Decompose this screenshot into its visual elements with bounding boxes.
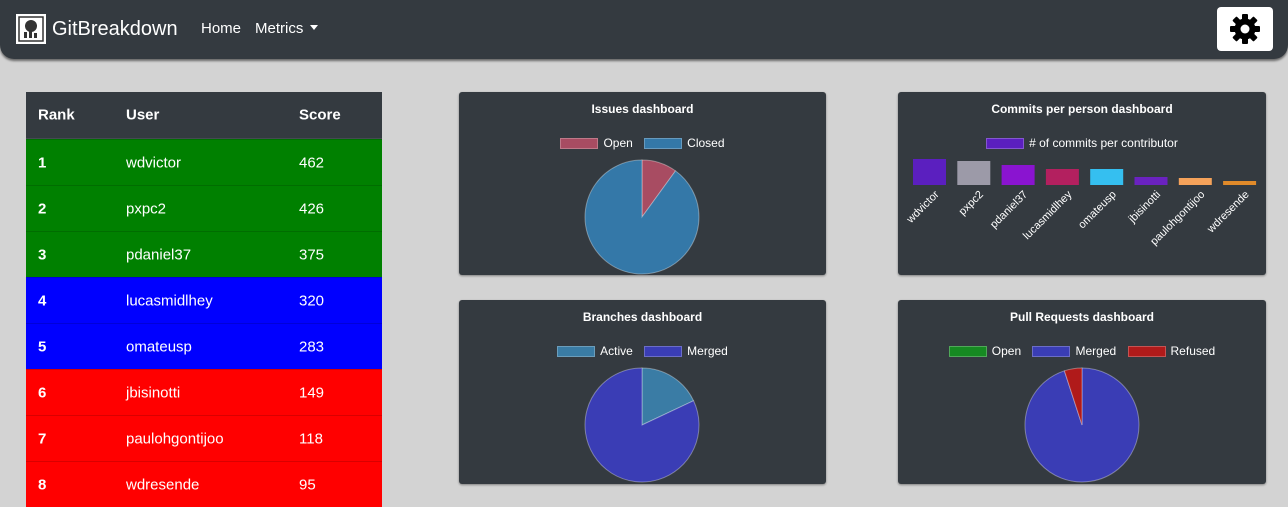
x-tick-label: pdaniel37 bbox=[988, 189, 1030, 231]
user-cell: wdvictor bbox=[126, 154, 182, 171]
x-tick-label: jbisinotti bbox=[1126, 189, 1163, 226]
table-row: 2 pxpc2 426 bbox=[26, 185, 382, 231]
rank-cell: 7 bbox=[38, 430, 47, 447]
user-cell: paulohgontijoo bbox=[126, 430, 224, 447]
pie-slice-closed[interactable] bbox=[584, 159, 700, 275]
rank-cell: 8 bbox=[38, 476, 47, 493]
rank-cell: 5 bbox=[38, 338, 47, 355]
score-cell: 462 bbox=[299, 154, 325, 171]
bar-wdvictor[interactable] bbox=[913, 159, 946, 185]
settings-button[interactable] bbox=[1217, 7, 1273, 51]
score-cell: 426 bbox=[299, 200, 325, 217]
rank-cell: 2 bbox=[38, 200, 47, 217]
bar-pdaniel37[interactable] bbox=[1001, 165, 1035, 185]
issues-pie-chart bbox=[584, 159, 700, 275]
table-row: 3 pdaniel37 375 bbox=[26, 231, 382, 277]
table-row: 6 jbisinotti 149 bbox=[26, 369, 382, 415]
table-row: 7 paulohgontijoo 118 bbox=[26, 415, 382, 461]
github-logo-icon[interactable] bbox=[16, 14, 46, 44]
brand-title[interactable]: GitBreakdown bbox=[52, 17, 178, 41]
bar-wdresende[interactable] bbox=[1223, 181, 1257, 185]
table-header: Rank User Score bbox=[26, 92, 382, 139]
ranking-table: Rank User Score 1 wdvictor 462 2 pxpc2 426 3 pd… bbox=[26, 92, 382, 507]
bar-lucasmidlhey[interactable] bbox=[1045, 169, 1079, 185]
top-navbar: GitBreakdown Home Metrics bbox=[0, 0, 1288, 59]
bar-jbisinotti[interactable] bbox=[1134, 177, 1168, 185]
rank-cell: 6 bbox=[38, 384, 47, 401]
score-cell: 375 bbox=[299, 246, 325, 263]
pull-requests-pie-chart bbox=[1024, 367, 1140, 483]
bar-pxpc2[interactable] bbox=[957, 161, 991, 185]
bar-omateusp[interactable] bbox=[1090, 169, 1124, 185]
user-cell: wdresende bbox=[126, 476, 200, 493]
pull-requests-dashboard: Pull Requests dashboard Open Merged Refu… bbox=[898, 300, 1266, 484]
user-cell: lucasmidlhey bbox=[126, 292, 213, 309]
rank-cell: 1 bbox=[38, 154, 47, 171]
score-cell: 95 bbox=[299, 476, 316, 493]
issues-dashboard: Issues dashboard Open Closed bbox=[459, 92, 826, 275]
header-user: User bbox=[126, 106, 160, 124]
x-tick-label: pxpc2 bbox=[957, 189, 986, 218]
user-cell: pxpc2 bbox=[126, 200, 167, 217]
nav-home-link[interactable]: Home bbox=[201, 20, 241, 38]
header-rank: Rank bbox=[38, 106, 75, 124]
nav-metrics-dropdown[interactable]: Metrics bbox=[255, 20, 319, 38]
score-cell: 118 bbox=[299, 430, 323, 447]
rank-cell: 3 bbox=[38, 246, 47, 263]
table-row: 5 omateusp 283 bbox=[26, 323, 382, 369]
x-tick-label: wdvictor bbox=[904, 188, 942, 226]
caret-down-icon bbox=[310, 25, 319, 30]
commits-bar-chart: wdvictor pxpc2 pdaniel37lucasmidlhey omateu… bbox=[904, 159, 1257, 248]
user-cell: omateusp bbox=[126, 338, 192, 355]
user-cell: pdaniel37 bbox=[126, 246, 192, 263]
header-score: Score bbox=[299, 106, 341, 124]
metrics-label: Metrics bbox=[255, 20, 304, 37]
x-tick-label: wdresende bbox=[1204, 189, 1251, 236]
x-tick-label: omateusp bbox=[1076, 189, 1119, 232]
rank-cell: 4 bbox=[38, 292, 47, 309]
branches-dashboard: Branches dashboard Active Merged bbox=[459, 300, 826, 484]
branches-pie-chart bbox=[584, 367, 700, 483]
table-row: 1 wdvictor 462 bbox=[26, 139, 382, 185]
table-row: 4 lucasmidlhey 320 bbox=[26, 277, 382, 323]
user-cell: jbisinotti bbox=[126, 384, 181, 401]
gear-icon bbox=[1230, 14, 1260, 44]
table-row: 8 wdresende 95 bbox=[26, 461, 382, 507]
commits-dashboard: Commits per person dashboard # of commit… bbox=[898, 92, 1266, 275]
score-cell: 283 bbox=[299, 338, 325, 355]
score-cell: 320 bbox=[299, 292, 325, 309]
bar-paulohgontijoo[interactable] bbox=[1178, 178, 1212, 185]
score-cell: 149 bbox=[299, 384, 325, 401]
